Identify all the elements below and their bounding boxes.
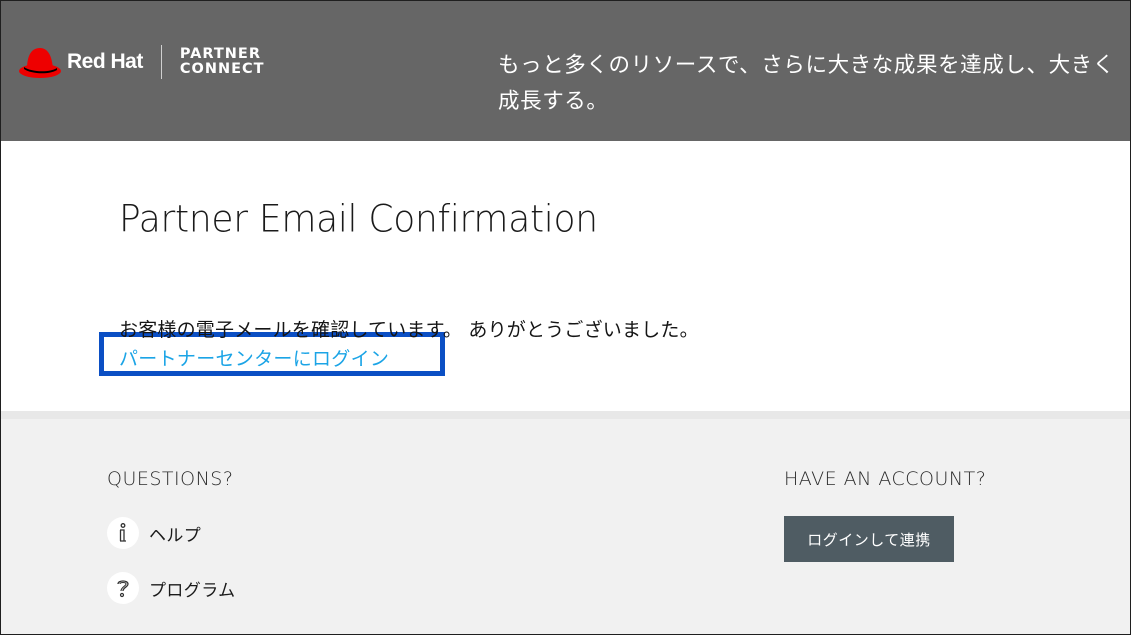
- main-content: Partner Email Confirmation お客様の電子メールを確認し…: [1, 141, 1130, 411]
- partner-connect-wordmark: PARTNER CONNECT: [180, 47, 265, 77]
- program-link[interactable]: プログラム: [107, 572, 236, 604]
- have-account-heading: HAVE AN ACCOUNT?: [784, 468, 987, 490]
- login-connect-button[interactable]: ログインして連携: [784, 516, 954, 562]
- header-tagline: もっと多くのリソースで、さらに大きな成果を達成し、大きく成長する。: [498, 53, 1115, 114]
- program-label: プログラム: [149, 580, 236, 601]
- brand-name: Red Hat: [67, 50, 143, 73]
- site-header: Red Hat PARTNER CONNECT もっと多くのリソースで、さらに大…: [1, 1, 1130, 141]
- partner-wordmark-line2: CONNECT: [179, 61, 265, 77]
- help-label: ヘルプ: [149, 525, 202, 546]
- site-footer: QUESTIONS? ヘルプ プログラム HAVE AN ACCOUNT? ログ…: [1, 419, 1130, 634]
- help-link[interactable]: ヘルプ: [107, 517, 201, 549]
- partner-center-login-link[interactable]: パートナーセンターにログイン: [119, 344, 389, 371]
- brand-divider: [160, 45, 162, 79]
- red-hat-partner-connect-logo[interactable]: Red Hat PARTNER CONNECT: [17, 41, 265, 83]
- section-divider: [1, 411, 1130, 419]
- question-icon: [107, 572, 139, 604]
- questions-heading: QUESTIONS?: [107, 468, 234, 490]
- page-frame: Red Hat PARTNER CONNECT もっと多くのリソースで、さらに大…: [0, 0, 1131, 635]
- page-title: Partner Email Confirmation: [119, 197, 598, 242]
- confirmation-message: お客様の電子メールを確認しています。 ありがとうございました。: [119, 319, 699, 341]
- red-hat-icon: [19, 48, 61, 78]
- info-icon: [107, 517, 139, 549]
- partner-wordmark-line1: PARTNER: [179, 46, 261, 62]
